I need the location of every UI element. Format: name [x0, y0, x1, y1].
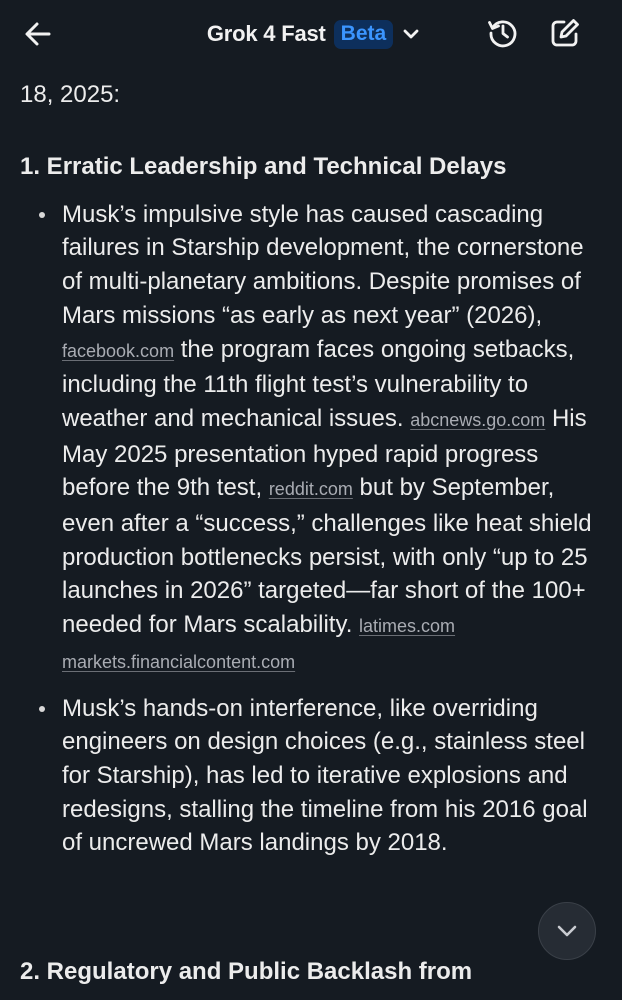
- model-selector[interactable]: Grok 4 Fast Beta: [0, 14, 622, 54]
- bullet-text: Musk’s impulsive style has caused cascad…: [62, 200, 584, 329]
- section-heading: 1. Erratic Leadership and Technical Dela…: [20, 152, 507, 180]
- beta-badge: Beta: [333, 19, 394, 49]
- bullet-text: Musk’s hands-on interference, like overr…: [62, 694, 588, 857]
- scroll-to-bottom-button[interactable]: [538, 902, 596, 960]
- message-content: 18, 2025: 1. Erratic Leadership and Tech…: [20, 78, 604, 872]
- history-button[interactable]: [484, 14, 522, 52]
- history-icon: [488, 20, 517, 48]
- bullet-list: Musk’s impulsive style has caused cascad…: [20, 198, 604, 860]
- model-dropdown-button[interactable]: [399, 22, 423, 46]
- intro-text: 18, 2025:: [20, 81, 121, 108]
- list-item: Musk’s impulsive style has caused cascad…: [20, 198, 604, 680]
- source-link[interactable]: abcnews.go.com: [410, 410, 545, 430]
- source-link[interactable]: markets.financialcontent.com: [62, 652, 295, 672]
- section-heading: 2. Regulatory and Public Backlash from: [20, 958, 473, 985]
- model-name: Grok 4 Fast: [206, 21, 326, 46]
- edit-icon: [551, 19, 579, 47]
- chat-screen: Grok 4 Fast Beta 18, 2025: 1. Erratic Le…: [0, 0, 622, 1000]
- source-link[interactable]: latimes.com: [359, 616, 455, 636]
- chevron-down-icon: [403, 29, 419, 39]
- new-chat-button[interactable]: [546, 14, 584, 52]
- source-link[interactable]: reddit.com: [269, 479, 353, 499]
- list-item: Musk’s hands-on interference, like overr…: [20, 692, 604, 861]
- top-bar: Grok 4 Fast Beta: [0, 0, 622, 68]
- source-link[interactable]: facebook.com: [62, 341, 174, 361]
- chevron-down-icon: [557, 925, 577, 937]
